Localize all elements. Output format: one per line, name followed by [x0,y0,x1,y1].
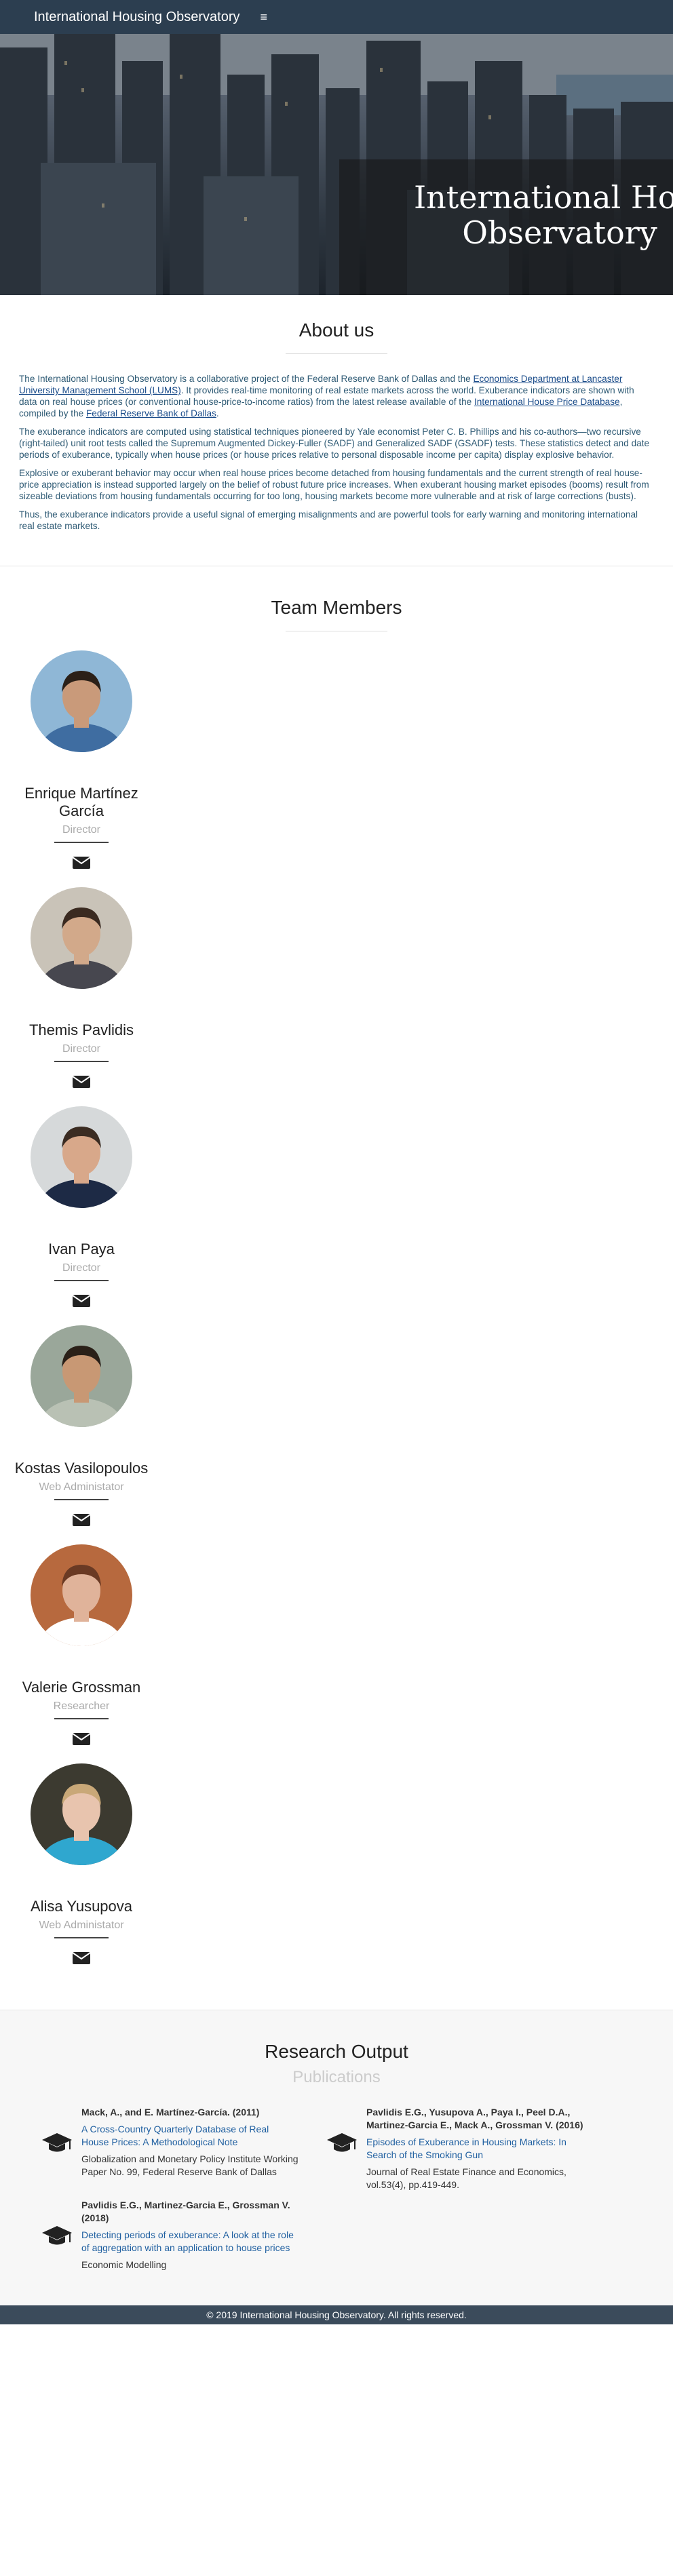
member-divider [54,1061,109,1062]
publication-link[interactable]: Detecting periods of exuberance: A look … [81,2229,299,2255]
member-divider [54,1499,109,1500]
publication-authors: Mack, A., and E. Martínez-García. (2011) [81,2107,260,2118]
member-name: Ivan Paya [48,1241,115,1257]
envelope-icon[interactable] [72,1074,91,1091]
member-photo [31,1106,132,1208]
publication-venue: Economic Modelling [81,2259,167,2270]
member-role: Web Administator [39,1481,124,1493]
member-name: Kostas Vasilopoulos [14,1460,149,1477]
member-role: Director [62,1043,100,1055]
hero-title-line1: International Housing [414,179,673,216]
hero-banner: International Housing Observatory [0,34,673,295]
publication-item: Mack, A., and E. Martínez-García. (2011)… [41,2106,326,2179]
publications-column-left: Mack, A., and E. Martínez-García. (2011)… [41,2094,326,2285]
publications-subtitle: Publications [292,2068,381,2086]
envelope-icon[interactable] [72,1293,91,1310]
about-section: About us The International Housing Obser… [0,295,673,566]
member-photo [31,1763,132,1865]
footer: © 2019 International Housing Observatory… [0,2305,673,2324]
hamburger-icon[interactable]: ≡ [261,10,268,24]
about-paragraph-1: The International Housing Observatory is… [19,373,654,419]
member-photo [31,650,132,752]
team-member-card: Ivan Paya Director [0,1106,163,1310]
member-role: Director [62,1262,100,1274]
member-divider [54,1718,109,1719]
member-name: Enrique Martínez García [24,785,138,819]
envelope-icon[interactable] [72,1513,91,1529]
graduation-cap-icon [41,2199,81,2271]
publication-authors: Pavlidis E.G., Yusupova A., Paya I., Pee… [366,2107,583,2130]
member-name: Valerie Grossman [22,1679,141,1696]
hero-title-line2: Observatory [462,214,657,251]
publication-item: Pavlidis E.G., Martinez-Garcia E., Gross… [41,2199,326,2271]
publication-venue: Globalization and Monetary Policy Instit… [81,2153,299,2177]
team-member-card: Alisa Yusupova Web Administator [0,1763,163,1968]
member-divider [54,1937,109,1938]
publications-list: Mack, A., and E. Martínez-García. (2011)… [0,2087,673,2285]
member-photo [31,887,132,989]
member-name: Themis Pavlidis [28,1021,134,1038]
research-section: Research Output Publications Mack, A., a… [0,2010,673,2305]
team-member-card: Kostas Vasilopoulos Web Administator [0,1325,163,1529]
envelope-icon[interactable] [72,1951,91,1968]
team-section: Team Members Enrique Martínez García Dire… [0,566,673,2010]
team-title: Team Members [271,597,402,618]
team-member-card: Enrique Martínez García Director [0,650,163,872]
graduation-cap-icon [326,2106,366,2191]
research-title: Research Output [265,2041,408,2062]
envelope-icon[interactable] [72,855,91,872]
team-member-card: Themis Pavlidis Director [0,887,163,1091]
publications-column-right: Pavlidis E.G., Yusupova A., Paya I., Pee… [326,2094,611,2285]
about-text: . [216,408,219,418]
member-name: Alisa Yusupova [30,1898,133,1915]
team-list: Enrique Martínez García Director Themis Pa… [0,650,673,1968]
publication-link[interactable]: Episodes of Exuberance in Housing Market… [366,2136,583,2162]
about-paragraph-4: Thus, the exuberance indicators provide … [19,509,638,531]
dallas-fed-link[interactable]: Federal Reserve Bank of Dallas [86,408,216,418]
title-divider [286,353,387,354]
hero-title-box: International Housing Observatory [339,159,673,295]
brand-link[interactable]: International Housing Observatory [34,9,240,25]
member-role: Director [62,824,100,836]
hero-title: International Housing Observatory [414,180,673,250]
member-role: Web Administator [39,1919,124,1931]
about-title: About us [299,319,374,340]
member-photo [31,1544,132,1646]
about-paragraph-2: The exuberance indicators are computed u… [19,427,650,460]
about-text: The International Housing Observatory is… [19,374,474,384]
graduation-cap-icon [41,2106,81,2179]
publication-item: Pavlidis E.G., Yusupova A., Paya I., Pee… [326,2106,611,2191]
team-member-card: Valerie Grossman Researcher [0,1544,163,1749]
member-role: Researcher [53,1700,110,1712]
publication-venue: Journal of Real Estate Finance and Econo… [366,2166,566,2190]
envelope-icon[interactable] [72,1732,91,1749]
about-paragraph-3: Explosive or exuberant behavior may occu… [19,468,649,501]
publication-link[interactable]: A Cross-Country Quarterly Database of Re… [81,2123,299,2149]
publication-authors: Pavlidis E.G., Martinez-Garcia E., Gross… [81,2200,290,2223]
member-divider [54,842,109,843]
member-divider [54,1280,109,1281]
top-navbar: International Housing Observatory ≡ [0,0,673,34]
member-photo [31,1325,132,1427]
house-price-database-link[interactable]: International House Price Database [474,397,620,407]
